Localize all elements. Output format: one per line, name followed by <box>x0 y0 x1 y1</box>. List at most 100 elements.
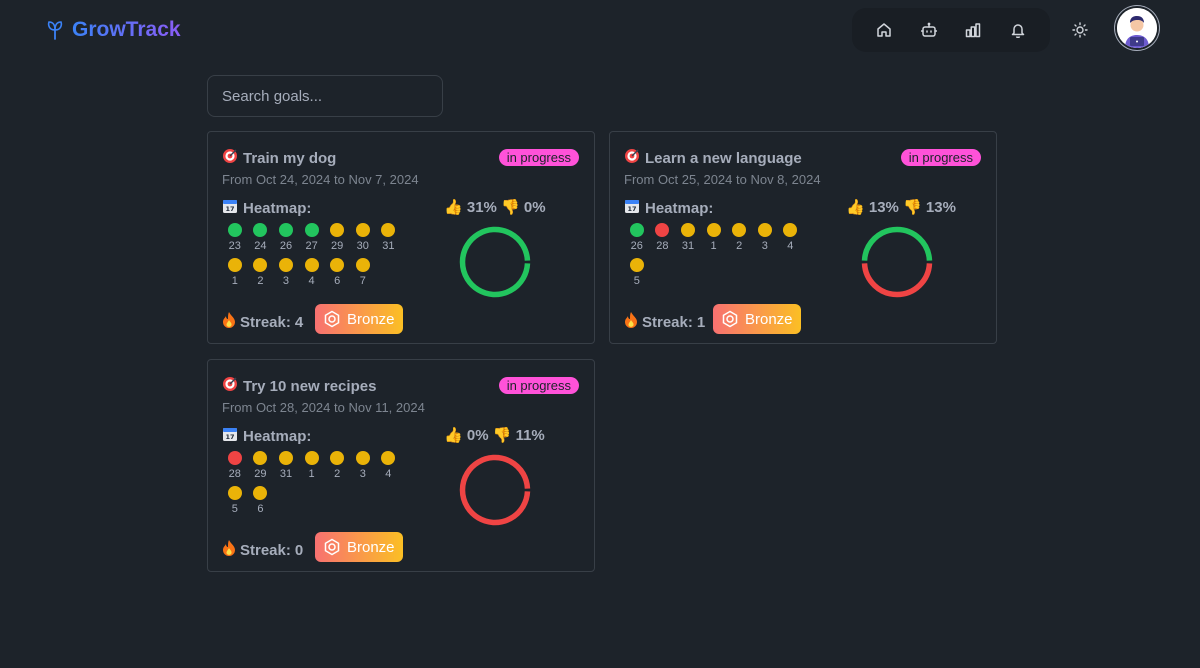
heatmap-cell: 28 <box>222 451 248 480</box>
heatmap-cell: 6 <box>248 486 274 515</box>
goal-dates: From Oct 25, 2024 to Nov 8, 2024 <box>624 172 821 187</box>
goal-card[interactable]: Try 10 new recipes in progress From Oct … <box>207 359 595 572</box>
nav-menu <box>852 8 1050 52</box>
ring-arc-down <box>459 454 531 526</box>
heatmap-cell: 27 <box>299 223 325 252</box>
goal-title-text: Learn a new language <box>645 149 802 167</box>
thumbs-down-percent: 0% <box>523 199 546 216</box>
thumbs-down-icon: 👎 <box>903 198 922 216</box>
heatmap-dot <box>355 451 370 465</box>
chart-icon <box>966 23 981 38</box>
svg-text:17: 17 <box>225 433 234 441</box>
heatmap-cell: 31 <box>273 451 299 480</box>
heatmap-cell: 7 <box>350 258 376 287</box>
streak: Streak: 1 <box>624 312 705 332</box>
status-badge: in progress <box>498 377 579 394</box>
avatar-illustration <box>1117 8 1157 48</box>
nav-stats-button[interactable] <box>956 13 990 47</box>
heatmap-day: 4 <box>308 275 315 287</box>
heatmap-cell: 5 <box>222 486 248 515</box>
streak-count: 4 <box>294 313 304 331</box>
heatmap-cell: 4 <box>376 451 402 480</box>
calendar-icon: 17 <box>222 426 238 446</box>
heatmap-dot <box>304 223 319 237</box>
goal-title-text: Train my dog <box>243 149 337 167</box>
heatmap-dot <box>381 223 396 237</box>
heatmap-day: 26 <box>279 240 293 252</box>
heatmap-day: 2 <box>257 275 264 287</box>
heatmap-cell: 1 <box>222 258 248 287</box>
rating-summary: 👍 13% 👎 13% <box>846 198 956 216</box>
rating-summary: 👍 31% 👎 0% <box>444 198 546 216</box>
heatmap-dot <box>278 223 293 237</box>
heatmap-cell: 29 <box>248 451 274 480</box>
bell-icon <box>1011 24 1024 38</box>
navbar: GrowTrack <box>0 0 1200 60</box>
heatmap-cell: 2 <box>324 451 350 480</box>
heatmap-day: 31 <box>681 240 695 252</box>
heatmap-cell: 29 <box>324 223 350 252</box>
heatmap-day: 28 <box>228 468 241 480</box>
goal-card[interactable]: Learn a new language in progress From Oc… <box>609 131 997 344</box>
heatmap-dot <box>330 223 345 237</box>
progress-ring <box>459 226 531 298</box>
avatar[interactable] <box>1117 8 1157 48</box>
home-icon <box>877 23 891 37</box>
thumbs-down-icon: 👎 <box>492 426 512 444</box>
heatmap-day: 31 <box>382 240 395 252</box>
heatmap-day: 28 <box>656 240 669 252</box>
search-input[interactable] <box>207 75 443 117</box>
goal-title-text: Try 10 new recipes <box>243 377 377 395</box>
heatmap-day: 2 <box>334 468 341 480</box>
streak: Streak: 0 <box>222 540 303 560</box>
ring-arc-up <box>861 226 933 261</box>
nav-bot-button[interactable] <box>912 13 946 47</box>
achievement-badge-label: Bronze <box>347 310 395 328</box>
streak-count: 0 <box>294 541 304 559</box>
heatmap-label: 17 Heatmap: <box>222 426 311 446</box>
heatmap-dot <box>629 258 644 272</box>
achievement-badge: Bronze <box>315 532 403 562</box>
nav-home-button[interactable] <box>867 13 901 47</box>
heatmap-day: 3 <box>761 240 768 252</box>
theme-toggle-button[interactable] <box>1064 14 1096 46</box>
goal-card[interactable]: Train my dog in progress From Oct 24, 20… <box>207 131 595 344</box>
heatmap-label-text: Heatmap: <box>243 427 312 445</box>
sprout-icon <box>47 21 63 40</box>
heatmap-label-text: Heatmap: <box>243 199 312 217</box>
heatmap-cell: 3 <box>350 451 376 480</box>
heatmap-day: 4 <box>787 240 794 252</box>
heatmap-dot <box>757 223 772 237</box>
calendar-icon: 17 <box>624 198 640 218</box>
heatmap-day: 1 <box>710 240 717 252</box>
progress-ring <box>861 226 933 298</box>
target-icon <box>222 148 238 168</box>
heatmap-dot <box>330 258 345 272</box>
heatmap-cell: 26 <box>624 223 650 252</box>
heatmap-cell: 2 <box>248 258 274 287</box>
heatmap-cell: 31 <box>675 223 701 252</box>
heatmap-cell: 26 <box>273 223 299 252</box>
thumbs-down-icon: 👎 <box>501 198 520 216</box>
heatmap-cell: 24 <box>248 223 274 252</box>
streak-count: 1 <box>696 313 706 331</box>
heatmap-day: 29 <box>254 468 267 480</box>
streak-label: Streak: <box>642 313 693 331</box>
status-badge: in progress <box>498 149 579 166</box>
brand[interactable]: GrowTrack <box>46 16 181 44</box>
heatmap-grid: 28 29 31 1 2 3 4 5 6 <box>222 451 402 515</box>
heatmap-day: 30 <box>356 240 369 252</box>
thumbs-up-icon: 👍 <box>444 426 463 444</box>
heatmap-dot <box>680 223 695 237</box>
heatmap-dot <box>253 451 268 465</box>
heatmap-day: 29 <box>331 240 344 252</box>
nav-notifications-button[interactable] <box>1001 13 1035 47</box>
thumbs-up-icon: 👍 <box>444 198 463 216</box>
fire-icon <box>222 540 236 560</box>
heatmap-day: 6 <box>257 503 264 515</box>
target-icon <box>222 376 238 396</box>
heatmap-day: 3 <box>359 468 366 480</box>
heatmap-dot <box>732 223 747 237</box>
heatmap-cell: 30 <box>350 223 376 252</box>
fire-icon <box>222 312 236 332</box>
